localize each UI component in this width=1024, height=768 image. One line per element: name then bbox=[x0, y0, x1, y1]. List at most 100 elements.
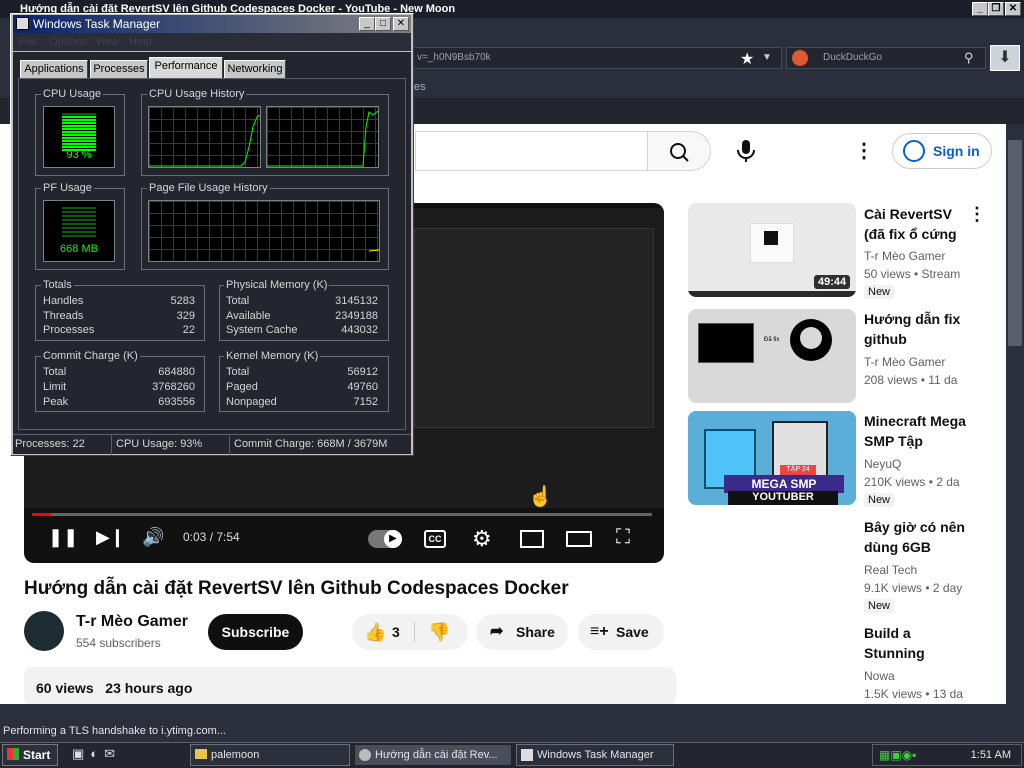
taskbar-item-palemoon[interactable]: palemoon bbox=[190, 744, 350, 766]
subscribe-button[interactable]: Subscribe bbox=[208, 614, 303, 650]
new-badge: New bbox=[864, 599, 895, 613]
recommendation-title[interactable]: Cài RevertSV (đã fix ổ cứng bbox=[864, 204, 974, 244]
miniplayer-icon[interactable] bbox=[520, 530, 544, 548]
stat-row: Limit 3768260 bbox=[43, 381, 195, 393]
browser-status-bar: Performing a TLS handshake to i.ytimg.co… bbox=[0, 720, 1024, 742]
settings-gear-icon[interactable]: ⚙ bbox=[472, 526, 492, 552]
description-meta: 60 views 23 hours ago bbox=[36, 680, 192, 696]
recommendation-meta: 208 views • 11 da bbox=[864, 373, 958, 387]
next-icon[interactable]: ▶❙ bbox=[96, 527, 125, 548]
bookmark-star-icon[interactable]: ★ bbox=[740, 49, 754, 69]
tab-networking[interactable]: Networking bbox=[224, 60, 286, 79]
scrollbar-thumb[interactable] bbox=[1008, 140, 1022, 346]
stat-row: System Cache 443032 bbox=[226, 324, 378, 336]
recommendation-channel[interactable]: NeyuQ bbox=[864, 457, 964, 471]
taskbar-item-browser[interactable]: Hướng dẫn cài đặt Rev... bbox=[354, 744, 512, 766]
recommendation-title[interactable]: Build a Stunning bbox=[864, 623, 974, 663]
video-progress-bar[interactable] bbox=[32, 513, 652, 516]
thumb-text: TẬP 24 bbox=[780, 465, 816, 475]
cpu-history-line bbox=[267, 110, 379, 167]
tm-maximize-button[interactable]: □ bbox=[375, 17, 391, 31]
physical-memory-label: Physical Memory (K) bbox=[224, 279, 330, 291]
share-label: Share bbox=[516, 624, 555, 640]
taskbar-item-task-manager[interactable]: Windows Task Manager bbox=[516, 744, 674, 766]
menu-help[interactable]: Help bbox=[129, 33, 152, 51]
duckduckgo-icon bbox=[792, 50, 808, 66]
upload-age: 23 hours ago bbox=[105, 680, 193, 696]
task-manager-icon bbox=[16, 17, 29, 30]
youtube-search-input[interactable] bbox=[415, 131, 647, 171]
menu-options[interactable]: Options bbox=[49, 33, 87, 51]
close-button[interactable]: ✕ bbox=[1005, 2, 1021, 16]
tm-minimize-button[interactable]: _ bbox=[359, 17, 375, 31]
horizontal-scrollbar[interactable] bbox=[0, 704, 1024, 720]
channel-name[interactable]: T-r Mèo Gamer bbox=[76, 613, 188, 631]
youtube-search-button[interactable] bbox=[647, 131, 711, 171]
desktop: Hướng dẫn cài đặt RevertSV lên Github Co… bbox=[0, 0, 1024, 768]
recommendation-thumbnail[interactable]: Đã fix bbox=[688, 309, 856, 403]
save-button[interactable]: ≡+ Save bbox=[578, 614, 664, 650]
cpu-gauge-segment bbox=[62, 143, 96, 145]
captions-icon[interactable]: CC bbox=[424, 530, 446, 548]
recommendation-channel[interactable]: Real Tech bbox=[864, 563, 964, 577]
voice-search-button[interactable] bbox=[726, 131, 766, 171]
recommendation-channel[interactable]: Nowa bbox=[864, 669, 964, 683]
microphone-icon bbox=[737, 140, 755, 162]
thumb-text: YOUTUBER bbox=[728, 491, 838, 505]
channel-avatar[interactable] bbox=[24, 611, 64, 651]
video-time: 0:03 / 7:54 bbox=[183, 530, 240, 544]
cpu-gauge-segment bbox=[62, 119, 96, 121]
chevron-down-icon[interactable]: ▼ bbox=[762, 52, 772, 63]
video-title: Hướng dẫn cài đặt RevertSV lên Github Co… bbox=[24, 578, 569, 599]
sign-in-button[interactable]: Sign in bbox=[892, 133, 992, 169]
hand-cursor-icon: ☝ bbox=[528, 486, 553, 508]
menu-file[interactable]: File bbox=[19, 33, 37, 51]
tray-icons[interactable]: ▦▣◉▪ bbox=[879, 745, 916, 765]
commit-charge-label: Commit Charge (K) bbox=[41, 350, 140, 362]
pf-usage-label: PF Usage bbox=[41, 182, 94, 194]
recommendation-channel[interactable]: T-r Mèo Gamer bbox=[864, 355, 964, 369]
tab-performance[interactable]: Performance bbox=[149, 57, 223, 79]
view-count: 60 views bbox=[36, 680, 94, 696]
start-label: Start bbox=[23, 748, 51, 762]
task-manager-title: Windows Task Manager bbox=[33, 17, 161, 31]
quick-launch-icons[interactable]: ▣◐✉ bbox=[72, 746, 168, 764]
maximize-button[interactable]: ❐ bbox=[988, 2, 1004, 16]
tab-applications[interactable]: Applications bbox=[20, 60, 88, 79]
autoplay-toggle[interactable]: ▶ bbox=[368, 530, 402, 548]
system-tray: ▦▣◉▪ 1:51 AM bbox=[872, 744, 1022, 766]
recommendation-title[interactable]: Minecraft Mega SMP Tập bbox=[864, 411, 974, 451]
thumbs-down-icon[interactable]: 👎 bbox=[428, 614, 450, 650]
start-button[interactable]: Start bbox=[2, 744, 58, 766]
thumbs-up-icon[interactable]: 👍 bbox=[364, 614, 386, 650]
download-button[interactable]: ⬇ bbox=[990, 45, 1020, 71]
menu-view[interactable]: View bbox=[95, 33, 119, 51]
recommendation-thumbnail[interactable]: MEGA SMP YOUTUBER TẬP 24 bbox=[688, 411, 856, 505]
moon-icon bbox=[359, 749, 371, 761]
url-field[interactable]: v=_h0N9Bsb70k bbox=[412, 47, 782, 69]
cpu-history-graph-core1 bbox=[148, 106, 261, 168]
theater-mode-icon[interactable] bbox=[566, 531, 592, 547]
share-button[interactable]: ➦ Share bbox=[476, 614, 568, 650]
tab-processes[interactable]: Processes bbox=[90, 60, 148, 79]
stat-row: Available 2349188 bbox=[226, 310, 378, 322]
task-manager-status-bar: Processes: 22 CPU Usage: 93% Commit Char… bbox=[13, 434, 411, 455]
fullscreen-icon[interactable]: ⛶ bbox=[616, 526, 630, 549]
like-count: 3 bbox=[392, 624, 400, 640]
recommendation-title[interactable]: Bây giờ có nên dùng 6GB bbox=[864, 517, 974, 557]
task-manager-titlebar[interactable]: Windows Task Manager _ □ ✕ bbox=[13, 15, 411, 33]
recommendation-title[interactable]: Hướng dẫn fix github bbox=[864, 309, 974, 349]
recommendation-channel[interactable]: T-r Mèo Gamer bbox=[864, 249, 964, 263]
search-engine-field[interactable]: DuckDuckGo bbox=[786, 47, 986, 69]
tm-close-button[interactable]: ✕ bbox=[393, 17, 409, 31]
magnifier-icon[interactable]: ⚲ bbox=[964, 50, 974, 66]
sign-in-label: Sign in bbox=[933, 143, 980, 159]
cpu-gauge-segment bbox=[62, 131, 96, 133]
cpu-gauge-segment bbox=[62, 134, 96, 136]
pause-icon[interactable]: ❚❚ bbox=[48, 527, 78, 548]
more-options-icon[interactable]: ⋮ bbox=[852, 136, 876, 166]
volume-icon[interactable]: 🔊 bbox=[142, 527, 164, 548]
minimize-button[interactable]: _ bbox=[972, 2, 988, 16]
more-options-icon[interactable]: ⋮ bbox=[968, 204, 986, 225]
bookmark-item[interactable]: es bbox=[414, 76, 426, 98]
